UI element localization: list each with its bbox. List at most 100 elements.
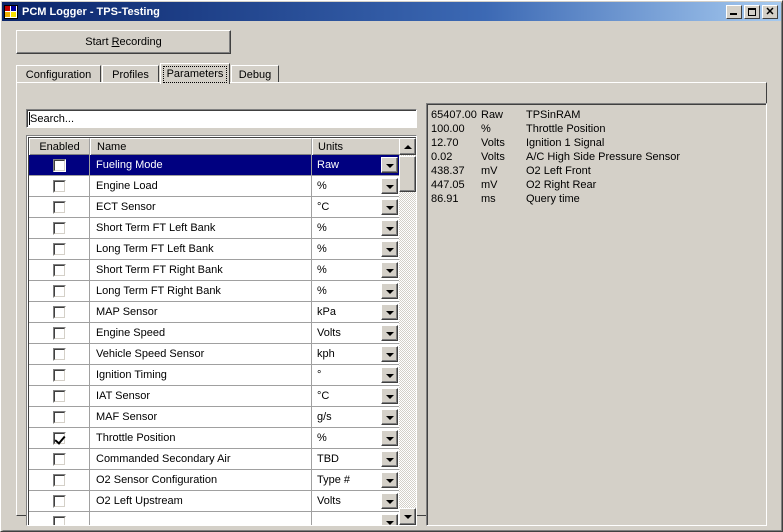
scroll-up-arrow-icon[interactable] xyxy=(399,138,416,155)
table-row[interactable]: Engine Load% xyxy=(29,176,400,197)
row-enabled-cell[interactable] xyxy=(29,218,90,238)
row-enabled-cell[interactable] xyxy=(29,197,90,217)
row-units-cell[interactable]: % xyxy=(312,176,400,196)
table-row[interactable]: Ignition Timing ° xyxy=(29,365,400,386)
units-chevron-down-icon[interactable] xyxy=(381,178,398,194)
title-bar[interactable]: PCM Logger - TPS-Testing ✕ xyxy=(2,2,781,21)
enabled-checkbox[interactable] xyxy=(52,158,66,172)
enabled-checkbox[interactable] xyxy=(52,284,66,298)
row-units-cell[interactable]: Volts xyxy=(312,323,400,343)
search-input[interactable]: Search... xyxy=(26,109,417,128)
row-units-cell[interactable]: TBD xyxy=(312,449,400,469)
table-row[interactable]: O2 Sensor Configuration Type # xyxy=(29,470,400,491)
units-chevron-down-icon[interactable] xyxy=(381,157,398,173)
table-row[interactable]: IAT Sensor °C xyxy=(29,386,400,407)
row-enabled-cell[interactable] xyxy=(29,470,90,490)
maximize-button[interactable] xyxy=(744,4,760,19)
scrollbar-thumb[interactable] xyxy=(399,156,416,192)
tab-parameters[interactable]: Parameters xyxy=(160,63,230,84)
units-chevron-down-icon[interactable] xyxy=(381,451,398,467)
row-units-cell[interactable]: Type # xyxy=(312,470,400,490)
column-header-units[interactable]: Units xyxy=(312,138,400,155)
units-chevron-down-icon[interactable] xyxy=(381,493,398,509)
row-units-cell[interactable]: g/s xyxy=(312,407,400,427)
scrollbar-track[interactable] xyxy=(399,155,416,508)
row-units-cell[interactable]: % xyxy=(312,218,400,238)
row-enabled-cell[interactable] xyxy=(29,428,90,448)
row-units-cell[interactable]: Raw xyxy=(312,155,400,175)
row-units-cell[interactable]: Volts xyxy=(312,491,400,511)
table-row[interactable]: ECT Sensor °C xyxy=(29,197,400,218)
enabled-checkbox[interactable] xyxy=(52,263,66,277)
row-units-cell[interactable] xyxy=(312,512,400,525)
row-enabled-cell[interactable] xyxy=(29,260,90,280)
enabled-checkbox[interactable] xyxy=(52,494,66,508)
enabled-checkbox[interactable] xyxy=(52,473,66,487)
row-enabled-cell[interactable] xyxy=(29,344,90,364)
row-enabled-cell[interactable] xyxy=(29,176,90,196)
column-header-enabled[interactable]: Enabled xyxy=(29,138,90,155)
row-enabled-cell[interactable] xyxy=(29,239,90,259)
start-recording-button[interactable]: Start Recording xyxy=(16,30,231,54)
table-row[interactable] xyxy=(29,512,400,525)
row-units-cell[interactable]: °C xyxy=(312,386,400,406)
enabled-checkbox[interactable] xyxy=(52,410,66,424)
row-enabled-cell[interactable] xyxy=(29,365,90,385)
enabled-checkbox[interactable] xyxy=(52,431,66,445)
scroll-down-arrow-icon[interactable] xyxy=(399,508,416,525)
enabled-checkbox[interactable] xyxy=(52,515,66,525)
row-enabled-cell[interactable] xyxy=(29,491,90,511)
tab-debug[interactable]: Debug xyxy=(231,65,279,83)
enabled-checkbox[interactable] xyxy=(52,368,66,382)
row-units-cell[interactable]: ° xyxy=(312,365,400,385)
row-units-cell[interactable]: % xyxy=(312,281,400,301)
tab-configuration[interactable]: Configuration xyxy=(16,65,101,83)
units-chevron-down-icon[interactable] xyxy=(381,346,398,362)
row-units-cell[interactable]: % xyxy=(312,260,400,280)
units-chevron-down-icon[interactable] xyxy=(381,283,398,299)
table-row[interactable]: Throttle Position% xyxy=(29,428,400,449)
enabled-checkbox[interactable] xyxy=(52,242,66,256)
row-enabled-cell[interactable] xyxy=(29,155,90,175)
units-chevron-down-icon[interactable] xyxy=(381,220,398,236)
row-enabled-cell[interactable] xyxy=(29,323,90,343)
enabled-checkbox[interactable] xyxy=(52,305,66,319)
row-units-cell[interactable]: kPa xyxy=(312,302,400,322)
units-chevron-down-icon[interactable] xyxy=(381,367,398,383)
enabled-checkbox[interactable] xyxy=(52,200,66,214)
table-row[interactable]: Engine Speed Volts xyxy=(29,323,400,344)
table-row[interactable]: Fueling Mode Raw xyxy=(29,155,400,176)
enabled-checkbox[interactable] xyxy=(52,221,66,235)
enabled-checkbox[interactable] xyxy=(52,326,66,340)
table-row[interactable]: Vehicle Speed Sensor kph xyxy=(29,344,400,365)
units-chevron-down-icon[interactable] xyxy=(381,430,398,446)
row-units-cell[interactable]: kph xyxy=(312,344,400,364)
table-row[interactable]: O2 Left Upstream Volts xyxy=(29,491,400,512)
row-units-cell[interactable]: °C xyxy=(312,197,400,217)
units-chevron-down-icon[interactable] xyxy=(381,409,398,425)
column-header-name[interactable]: Name xyxy=(90,138,312,155)
table-row[interactable]: Short Term FT Right Bank% xyxy=(29,260,400,281)
units-chevron-down-icon[interactable] xyxy=(381,472,398,488)
table-row[interactable]: Long Term FT Right Bank% xyxy=(29,281,400,302)
table-row[interactable]: Short Term FT Left Bank% xyxy=(29,218,400,239)
enabled-checkbox[interactable] xyxy=(52,389,66,403)
enabled-checkbox[interactable] xyxy=(52,179,66,193)
table-row[interactable]: Commanded Secondary Air TBD xyxy=(29,449,400,470)
row-units-cell[interactable]: % xyxy=(312,428,400,448)
table-row[interactable]: MAP Sensor kPa xyxy=(29,302,400,323)
row-enabled-cell[interactable] xyxy=(29,512,90,525)
row-units-cell[interactable]: % xyxy=(312,239,400,259)
app-logo-icon[interactable] xyxy=(4,4,18,19)
row-enabled-cell[interactable] xyxy=(29,449,90,469)
table-row[interactable]: Long Term FT Left Bank% xyxy=(29,239,400,260)
units-chevron-down-icon[interactable] xyxy=(381,325,398,341)
grid-vertical-scrollbar[interactable] xyxy=(399,138,416,525)
units-chevron-down-icon[interactable] xyxy=(381,304,398,320)
units-chevron-down-icon[interactable] xyxy=(381,388,398,404)
units-chevron-down-icon[interactable] xyxy=(381,199,398,215)
row-enabled-cell[interactable] xyxy=(29,386,90,406)
row-enabled-cell[interactable] xyxy=(29,281,90,301)
units-chevron-down-icon[interactable] xyxy=(381,514,398,525)
tab-profiles[interactable]: Profiles xyxy=(102,65,159,83)
